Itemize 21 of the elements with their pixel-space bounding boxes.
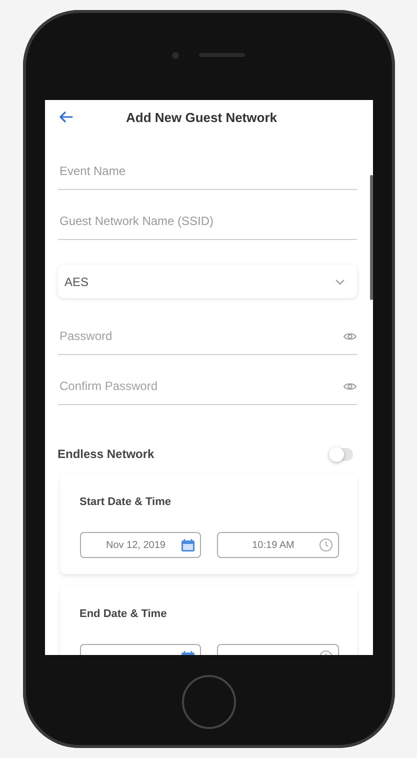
date-field[interactable]: Nov 12, 2019: [80, 532, 201, 558]
back-arrow-icon[interactable]: [58, 111, 72, 123]
input-field[interactable]: Confirm Password: [58, 368, 356, 405]
camera-icon: [172, 52, 179, 58]
calendar-icon[interactable]: [181, 538, 195, 552]
eye-icon[interactable]: [342, 332, 356, 340]
clock-icon[interactable]: [318, 538, 332, 552]
input-field[interactable]: Event Name: [58, 153, 356, 190]
screen-title: Add New Guest Network: [125, 110, 278, 124]
toggle-switch[interactable]: [328, 448, 352, 460]
dropdown-field[interactable]: AES: [58, 265, 356, 298]
input-field[interactable]: Password: [58, 318, 356, 355]
section-label: Start Date & Time: [80, 496, 172, 508]
setting-label: Endless Network: [58, 447, 154, 461]
input-field[interactable]: Guest Network Name (SSID): [58, 203, 356, 240]
scrollbar[interactable]: [370, 175, 372, 300]
time-field[interactable]: 10:19 AM: [217, 532, 338, 558]
chevron-down-icon[interactable]: [334, 278, 344, 284]
section-label: End Date & Time: [80, 608, 168, 620]
eye-icon[interactable]: [342, 382, 356, 390]
home-button[interactable]: [182, 674, 236, 728]
